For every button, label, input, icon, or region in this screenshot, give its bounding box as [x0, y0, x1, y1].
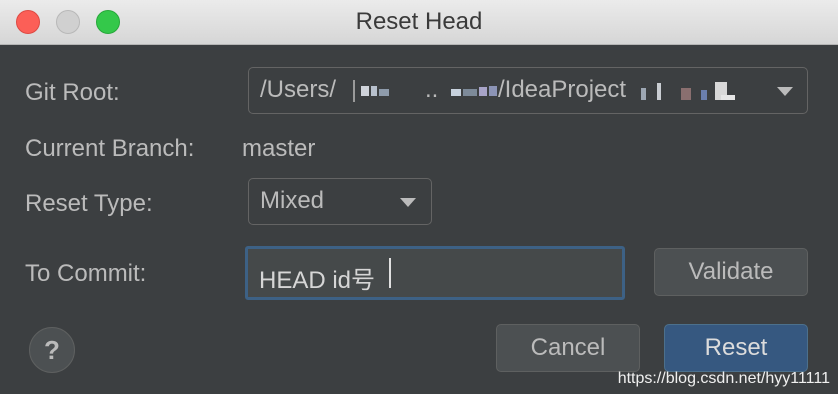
- reset-button[interactable]: Reset: [664, 324, 808, 372]
- obscured-path-segment: [657, 83, 661, 100]
- obscured-path-segment: [361, 86, 369, 96]
- git-root-label: Git Root:: [25, 79, 120, 106]
- chevron-down-icon: [400, 198, 416, 207]
- reset-head-dialog: Reset Head Git Root: /Users/ .. /IdeaPro…: [0, 0, 838, 394]
- obscured-path-segment: [681, 88, 691, 100]
- current-branch-value: master: [242, 135, 316, 162]
- watermark-text: https://blog.csdn.net/hyy11111: [617, 370, 830, 387]
- obscured-path-segment: [479, 87, 487, 96]
- obscured-path-segment: [353, 80, 355, 102]
- window-title: Reset Head: [355, 8, 483, 35]
- commit-input-value: HEAD id号: [259, 267, 376, 294]
- text-caret: [389, 258, 391, 288]
- obscured-path-segment: [371, 86, 377, 96]
- commit-input[interactable]: HEAD id号: [245, 246, 625, 300]
- obscured-path-segment: [451, 89, 461, 96]
- to-commit-label: To Commit:: [25, 260, 147, 287]
- reset-type-value: Mixed: [260, 187, 325, 214]
- obscured-path-segment: [463, 89, 477, 96]
- git-root-value-suffix: /IdeaProject: [498, 76, 627, 103]
- title-bar: Reset Head: [0, 0, 838, 45]
- cancel-button[interactable]: Cancel: [496, 324, 640, 372]
- obscured-path-segment: [701, 90, 707, 100]
- help-button[interactable]: ?: [29, 327, 75, 373]
- reset-type-select[interactable]: Mixed: [248, 178, 432, 225]
- validate-button[interactable]: Validate: [654, 248, 808, 296]
- git-root-value-dots: ..: [425, 76, 439, 103]
- obscured-path-segment: [379, 89, 389, 96]
- current-branch-label: Current Branch:: [25, 135, 195, 162]
- obscured-path-segment: [489, 86, 497, 96]
- reset-type-label: Reset Type:: [25, 190, 153, 217]
- obscured-path-segment: [721, 95, 735, 100]
- chevron-down-icon: [777, 87, 793, 96]
- git-root-value-prefix: /Users/: [260, 76, 337, 103]
- git-root-select[interactable]: /Users/ .. /IdeaProject: [248, 67, 808, 114]
- obscured-path-segment: [641, 88, 646, 100]
